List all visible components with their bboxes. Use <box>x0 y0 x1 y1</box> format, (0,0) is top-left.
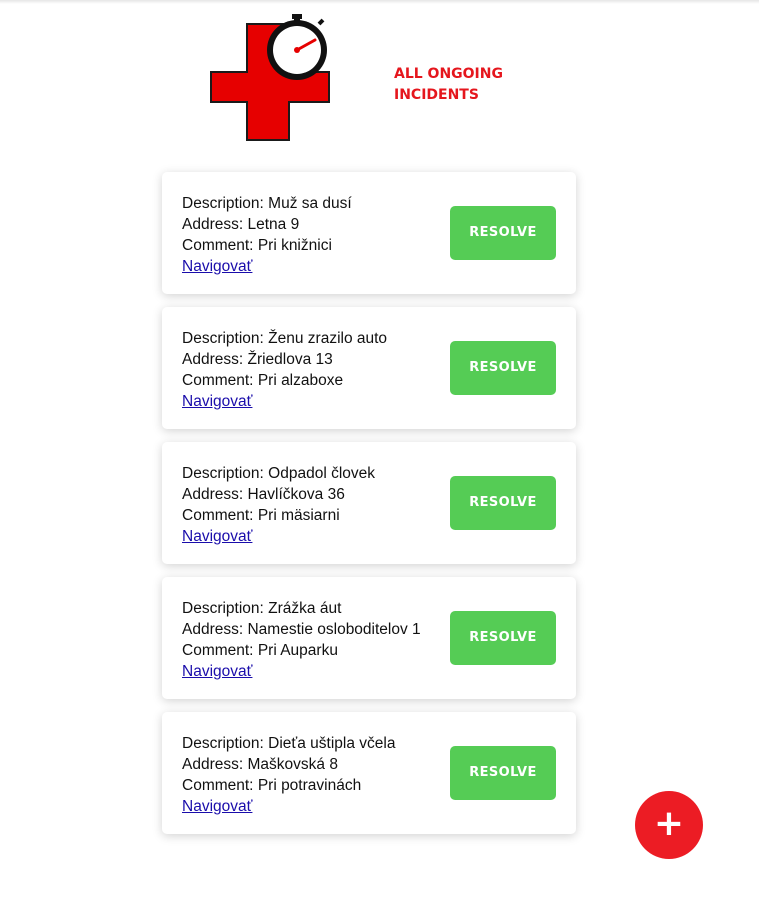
incident-info: Description: Odpadol človek Address: Hav… <box>182 463 452 547</box>
address-label: Address: <box>182 621 244 638</box>
incident-card: Description: Dieťa uštipla včela Address… <box>162 712 576 834</box>
description-row: Description: Dieťa uštipla včela <box>182 733 452 754</box>
resolve-button[interactable]: RESOLVE <box>450 476 556 530</box>
resolve-button[interactable]: RESOLVE <box>450 341 556 395</box>
incident-info: Description: Dieťa uštipla včela Address… <box>182 733 452 817</box>
incident-card: Description: Odpadol človek Address: Hav… <box>162 442 576 564</box>
comment-label: Comment: <box>182 237 254 254</box>
page-title: ALL ONGOING INCIDENTS <box>394 66 503 103</box>
comment-value: Pri knižnici <box>257 237 332 254</box>
description-value: Ženu zrazilo auto <box>268 330 388 347</box>
comment-row: Comment: Pri knižnici <box>182 235 452 256</box>
incident-info: Description: Muž sa dusí Address: Letna … <box>182 193 452 277</box>
address-label: Address: <box>182 486 244 503</box>
description-row: Description: Ženu zrazilo auto <box>182 328 452 349</box>
incident-card: Description: Muž sa dusí Address: Letna … <box>162 172 576 294</box>
incident-card: Description: Ženu zrazilo auto Address: … <box>162 307 576 429</box>
address-label: Address: <box>182 351 244 368</box>
red-cross-stopwatch-icon <box>210 14 330 141</box>
description-value: Muž sa dusí <box>268 195 352 212</box>
resolve-button[interactable]: RESOLVE <box>450 746 556 800</box>
incident-info: Description: Ženu zrazilo auto Address: … <box>182 328 452 412</box>
address-value: Žriedlova 13 <box>247 351 333 368</box>
address-value: Letna 9 <box>247 216 300 233</box>
description-label: Description: <box>182 195 264 212</box>
comment-label: Comment: <box>182 372 254 389</box>
description-row: Description: Muž sa dusí <box>182 193 452 214</box>
plus-icon: + <box>653 803 685 844</box>
description-value: Odpadol človek <box>268 465 375 482</box>
comment-value: Pri mäsiarni <box>257 507 340 524</box>
address-row: Address: Havlíčkova 36 <box>182 484 452 505</box>
description-value: Dieťa uštipla včela <box>268 735 396 752</box>
comment-value: Pri potravinách <box>257 777 362 794</box>
navigate-link[interactable]: Navigovať <box>182 391 252 412</box>
address-label: Address: <box>182 756 244 773</box>
address-row: Address: Letna 9 <box>182 214 452 235</box>
comment-label: Comment: <box>182 777 254 794</box>
address-row: Address: Žriedlova 13 <box>182 349 452 370</box>
resolve-button[interactable]: RESOLVE <box>450 611 556 665</box>
description-value: Zrážka áut <box>268 600 342 617</box>
comment-value: Pri alzaboxe <box>257 372 344 389</box>
comment-row: Comment: Pri mäsiarni <box>182 505 452 526</box>
address-row: Address: Maškovská 8 <box>182 754 452 775</box>
page-header: ALL ONGOING INCIDENTS <box>0 0 759 150</box>
navigate-link[interactable]: Navigovať <box>182 661 252 682</box>
address-value: Namestie osloboditelov 1 <box>247 621 421 638</box>
navigate-link[interactable]: Navigovať <box>182 526 252 547</box>
description-row: Description: Odpadol človek <box>182 463 452 484</box>
description-label: Description: <box>182 600 264 617</box>
address-value: Maškovská 8 <box>247 756 338 773</box>
comment-row: Comment: Pri potravinách <box>182 775 452 796</box>
description-label: Description: <box>182 465 264 482</box>
comment-row: Comment: Pri Auparku <box>182 640 452 661</box>
comment-label: Comment: <box>182 507 254 524</box>
comment-value: Pri Auparku <box>257 642 338 659</box>
address-label: Address: <box>182 216 244 233</box>
incident-card: Description: Zrážka áut Address: Namesti… <box>162 577 576 699</box>
description-label: Description: <box>182 735 264 752</box>
description-row: Description: Zrážka áut <box>182 598 452 619</box>
resolve-button[interactable]: RESOLVE <box>450 206 556 260</box>
add-incident-button[interactable]: + <box>635 791 703 859</box>
description-label: Description: <box>182 330 264 347</box>
address-value: Havlíčkova 36 <box>247 486 345 503</box>
comment-label: Comment: <box>182 642 254 659</box>
navigate-link[interactable]: Navigovať <box>182 796 252 817</box>
address-row: Address: Namestie osloboditelov 1 <box>182 619 452 640</box>
navigate-link[interactable]: Navigovať <box>182 256 252 277</box>
incident-info: Description: Zrážka áut Address: Namesti… <box>182 598 452 682</box>
comment-row: Comment: Pri alzaboxe <box>182 370 452 391</box>
